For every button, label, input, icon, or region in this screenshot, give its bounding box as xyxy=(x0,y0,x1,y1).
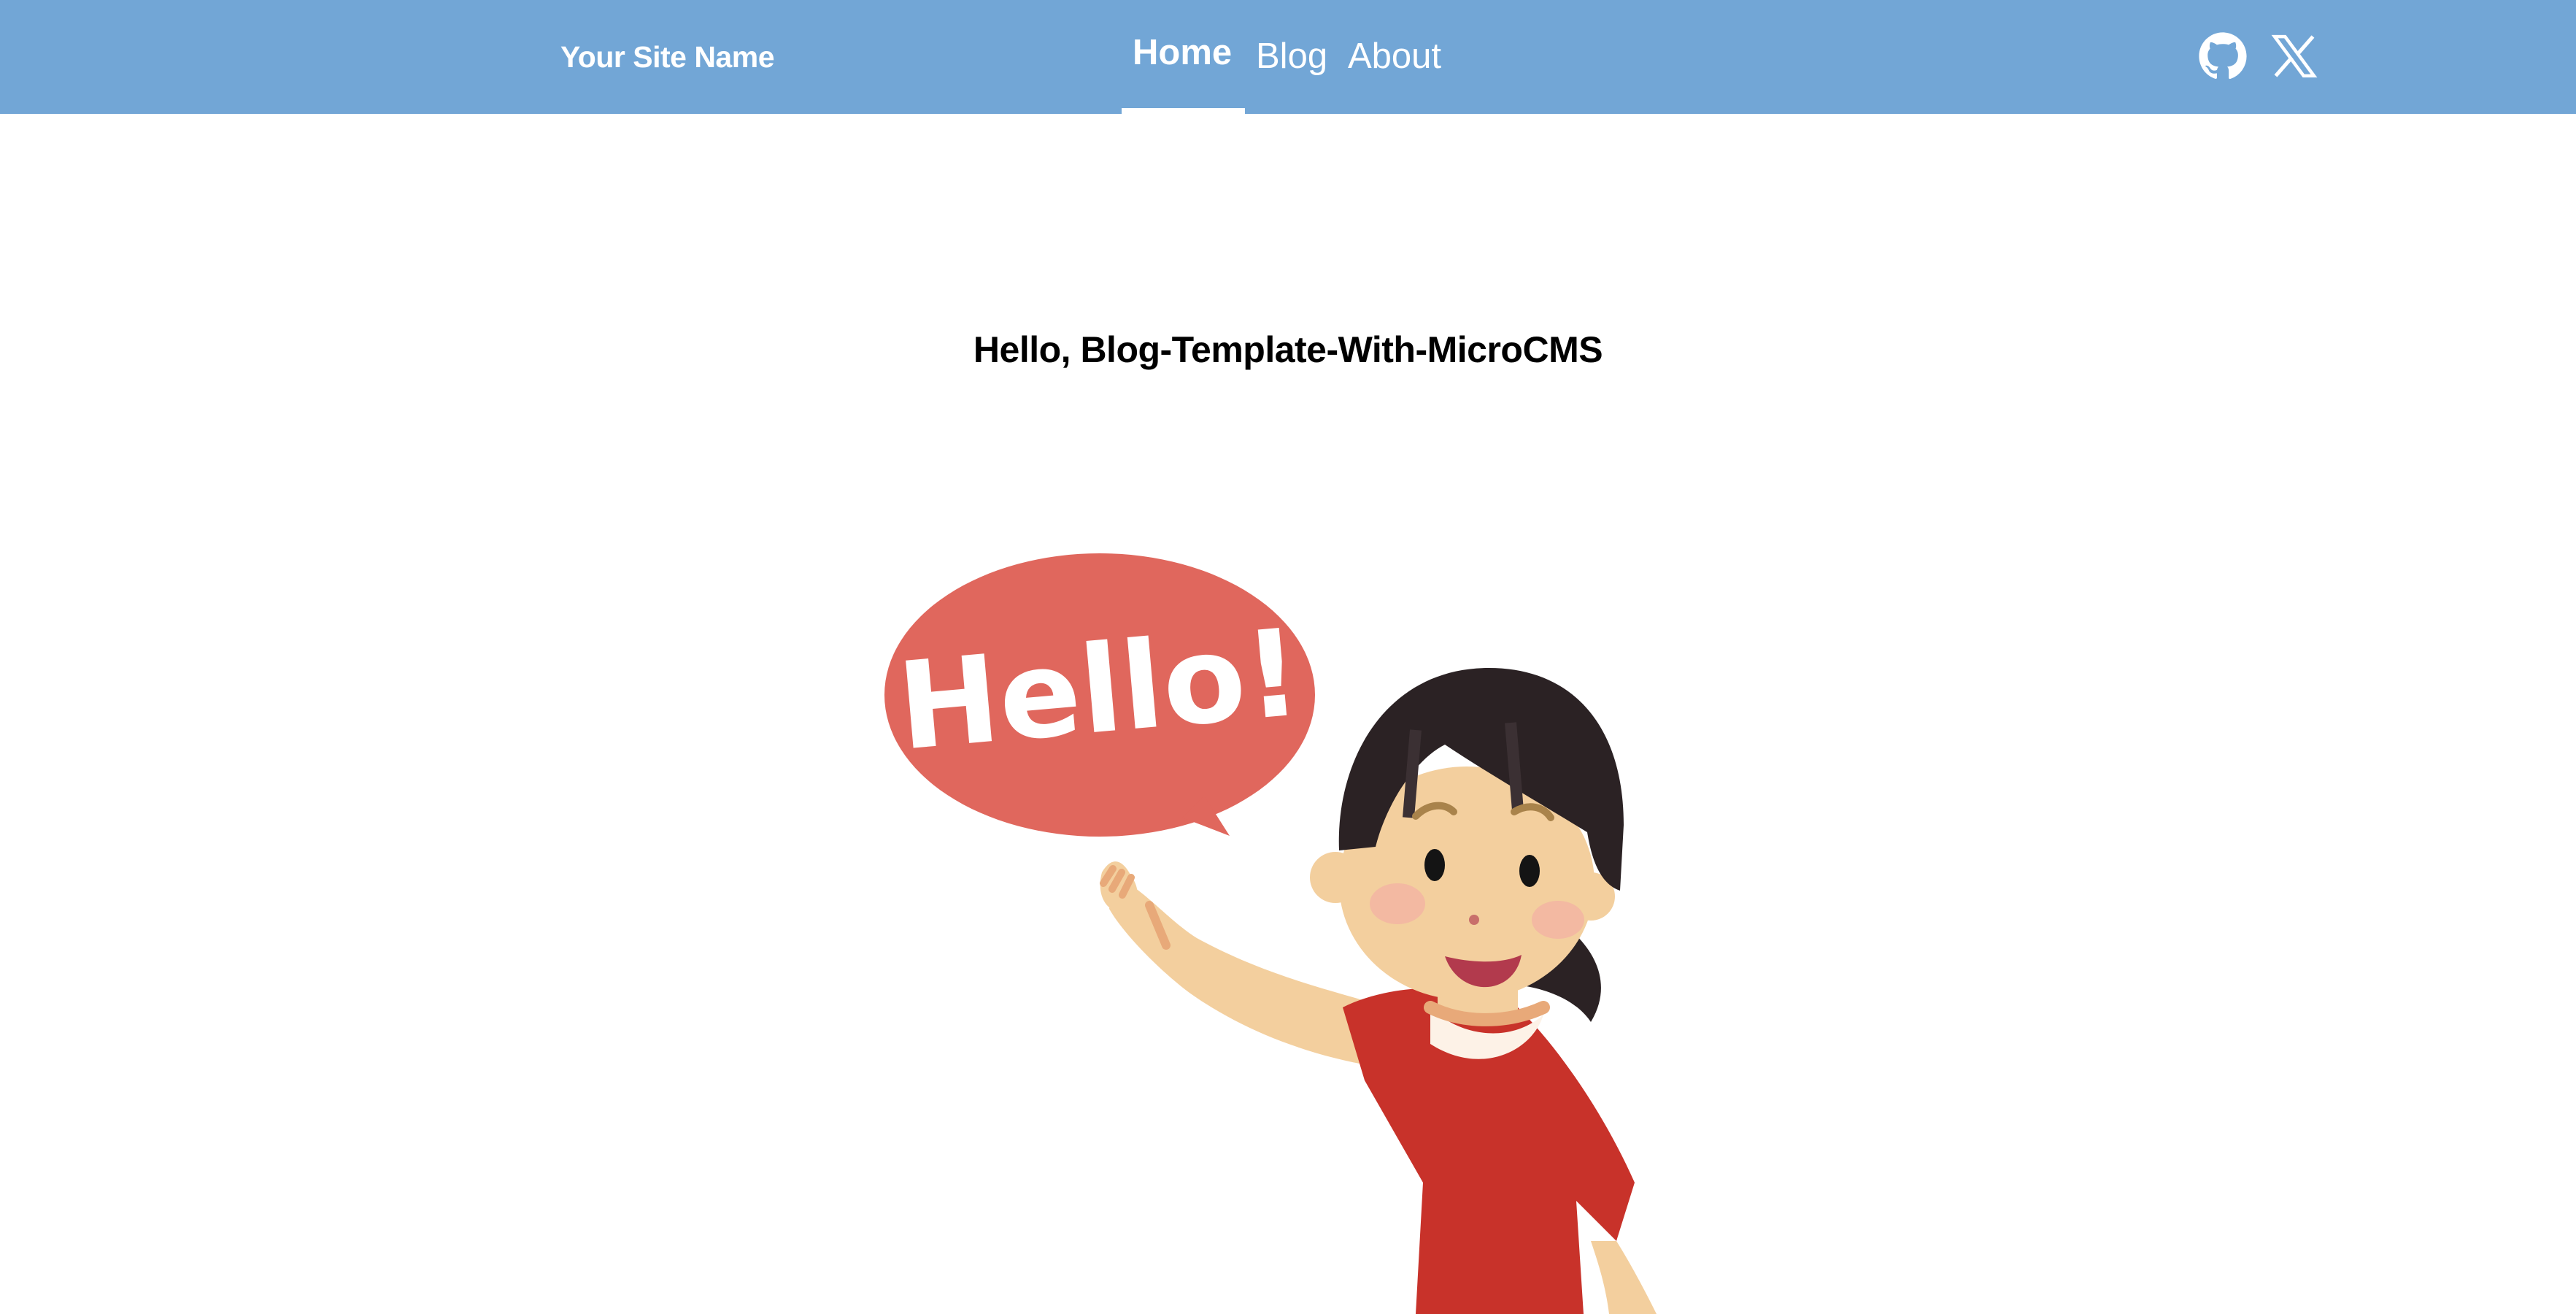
active-nav-indicator xyxy=(1122,108,1245,114)
x-icon[interactable] xyxy=(2270,31,2319,81)
github-icon[interactable] xyxy=(2198,31,2248,81)
speech-bubble: Hello! xyxy=(884,553,1315,837)
site-header: Your Site Name Home Blog About xyxy=(0,0,2576,114)
site-name-link[interactable]: Your Site Name xyxy=(560,36,775,77)
nav-blog-link[interactable]: Blog xyxy=(1256,34,1327,78)
nav-about-link[interactable]: About xyxy=(1348,34,1441,78)
page-title: Hello, Blog-Template-With-MicroCMS xyxy=(973,328,1603,370)
nav-home-link[interactable]: Home xyxy=(1133,31,1232,74)
hero-illustration: Hello! xyxy=(861,540,1751,1314)
